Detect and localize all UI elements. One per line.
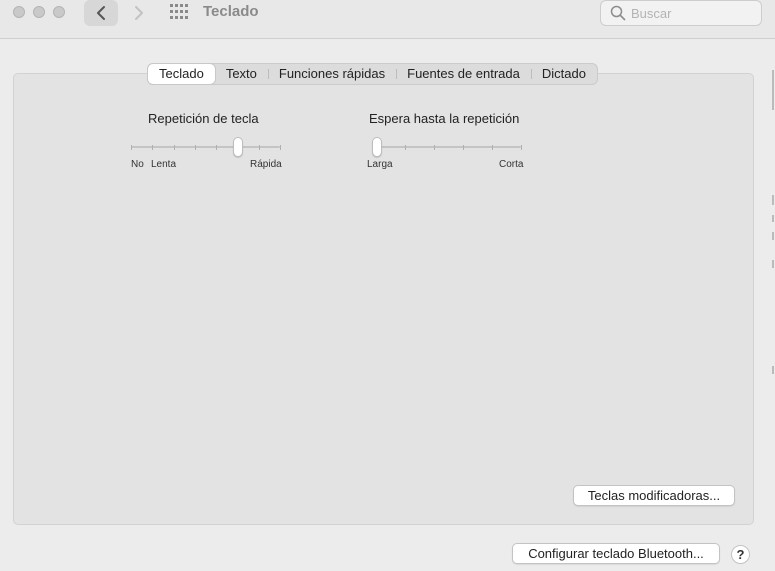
delay-until-repeat-title: Espera hasta la repetición: [369, 111, 520, 126]
keyboard-panel: [13, 73, 754, 525]
minimize-light-icon[interactable]: [33, 6, 45, 18]
key-repeat-tick: [152, 145, 154, 150]
zoom-light-icon[interactable]: [53, 6, 65, 18]
modifier-keys-button[interactable]: Teclas modificadoras...: [573, 485, 735, 506]
search-placeholder: Buscar: [631, 6, 672, 21]
delay-until-repeat-track: [376, 146, 521, 148]
key-repeat-tick: [173, 145, 175, 150]
key-repeat-tick: [194, 145, 196, 150]
key-repeat-tick: [258, 145, 260, 150]
key-repeat-tick: [216, 145, 218, 150]
delay-until-repeat-tick: [492, 145, 493, 150]
title-bar: Teclado Buscar: [0, 0, 775, 39]
delay-short-label: Corta: [499, 159, 524, 170]
tab-fuentes-de-entrada[interactable]: Fuentes de entrada: [396, 64, 531, 84]
tab-texto[interactable]: Texto: [215, 64, 268, 84]
back-chevron-icon: [97, 6, 105, 20]
tab-bar: Teclado Texto Funciones rápidas Fuentes …: [147, 63, 598, 85]
delay-until-repeat-tick: [405, 145, 406, 150]
back-button[interactable]: [84, 0, 118, 26]
bluetooth-keyboard-button[interactable]: Configurar teclado Bluetooth...: [512, 543, 720, 564]
key-repeat-knob[interactable]: [233, 137, 244, 157]
delay-until-repeat-knob[interactable]: [372, 137, 382, 157]
key-repeat-title: Repetición de tecla: [148, 111, 259, 126]
delay-until-repeat-tick: [521, 145, 522, 150]
key-repeat-off-label: No: [131, 159, 144, 170]
delay-until-repeat-tick: [463, 145, 464, 150]
key-repeat-tick: [280, 145, 281, 150]
key-repeat-tick: [131, 145, 132, 150]
tab-dictado[interactable]: Dictado: [530, 64, 597, 84]
forward-button[interactable]: [122, 0, 156, 26]
help-button[interactable]: ?: [731, 545, 750, 564]
tab-funciones-rapidas[interactable]: Funciones rápidas: [267, 64, 396, 84]
forward-chevron-icon: [135, 6, 143, 20]
key-repeat-fast-label: Rápida: [250, 159, 282, 170]
search-field[interactable]: Buscar: [600, 0, 762, 26]
close-light-icon[interactable]: [13, 6, 25, 18]
key-repeat-track: [131, 146, 280, 148]
tab-teclado[interactable]: Teclado: [148, 64, 215, 84]
window-edge-divider: [772, 70, 774, 374]
delay-long-label: Larga: [367, 159, 393, 170]
grid-icon[interactable]: [170, 4, 188, 20]
search-icon: [610, 5, 626, 21]
delay-until-repeat-tick: [434, 145, 435, 150]
window-title: Teclado: [203, 3, 259, 20]
key-repeat-slow-label: Lenta: [151, 159, 177, 170]
